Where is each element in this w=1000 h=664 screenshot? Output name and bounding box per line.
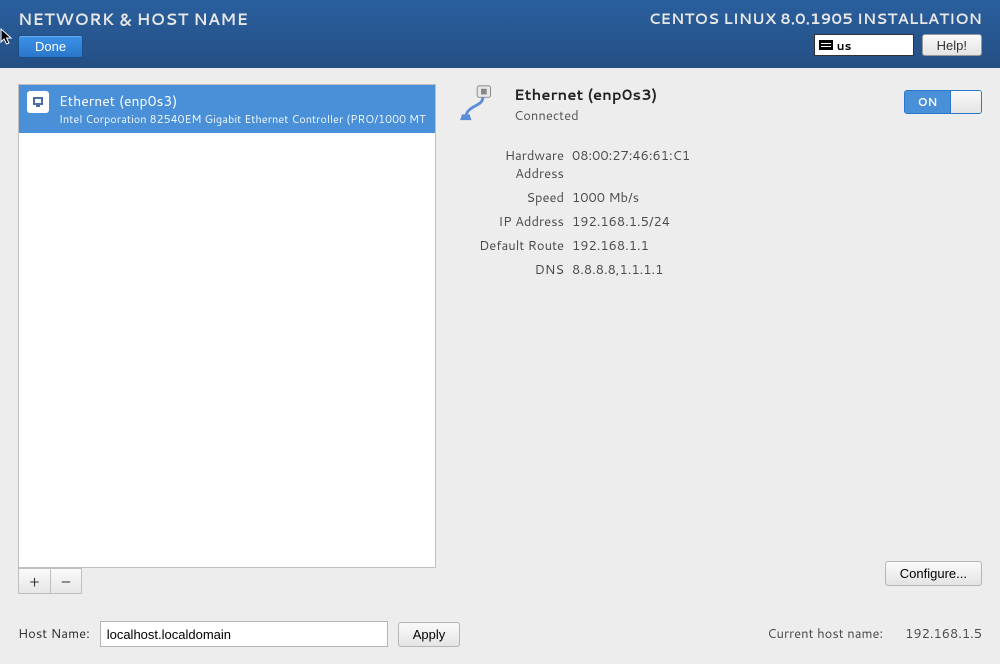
- page-title: NETWORK & HOST NAME: [18, 8, 248, 31]
- ip-address-value: 192.168.1.5/24: [572, 213, 982, 231]
- keyboard-layout-text: us: [837, 37, 852, 54]
- dns-label: DNS: [460, 261, 564, 279]
- keyboard-icon: [819, 40, 833, 50]
- default-route-label: Default Route: [460, 237, 564, 255]
- ethernet-device-icon: [460, 84, 502, 122]
- installer-title: CENTOS LINUX 8.0.1905 INSTALLATION: [649, 8, 982, 29]
- hostname-label: Host Name:: [18, 625, 90, 643]
- hw-address-value: 08:00:27:46:61:C1: [572, 147, 982, 183]
- connection-toggle[interactable]: ON: [904, 90, 982, 114]
- toggle-knob: [951, 91, 981, 113]
- device-status: Connected: [514, 107, 657, 125]
- keyboard-layout-indicator[interactable]: us: [814, 34, 914, 56]
- help-button[interactable]: Help!: [922, 34, 982, 56]
- ip-address-label: IP Address: [460, 213, 564, 231]
- header-bar: NETWORK & HOST NAME Done CENTOS LINUX 8.…: [0, 0, 1000, 68]
- interface-item[interactable]: Ethernet (enp0s3) Intel Corporation 8254…: [19, 85, 435, 133]
- done-button[interactable]: Done: [18, 35, 83, 58]
- interface-description: Intel Corporation 82540EM Gigabit Ethern…: [59, 111, 427, 127]
- current-hostname-label: Current host name:: [767, 625, 883, 643]
- cursor-pointer-icon: [0, 28, 14, 46]
- default-route-value: 192.168.1.1: [572, 237, 982, 255]
- toggle-on-label: ON: [905, 91, 951, 113]
- remove-interface-button[interactable]: –: [50, 568, 82, 594]
- speed-value: 1000 Mb/s: [572, 189, 982, 207]
- configure-button[interactable]: Configure...: [885, 561, 982, 586]
- hostname-input[interactable]: [100, 621, 388, 647]
- device-title: Ethernet (enp0s3): [514, 84, 657, 105]
- ethernet-icon: [27, 91, 49, 113]
- interface-list[interactable]: Ethernet (enp0s3) Intel Corporation 8254…: [18, 84, 436, 568]
- current-hostname-value: 192.168.1.5: [905, 625, 982, 643]
- interface-name: Ethernet (enp0s3): [59, 91, 427, 111]
- hw-address-label: Hardware Address: [460, 147, 564, 183]
- speed-label: Speed: [460, 189, 564, 207]
- apply-button[interactable]: Apply: [398, 622, 461, 647]
- add-interface-button[interactable]: +: [18, 568, 50, 594]
- dns-value: 8.8.8.8,1.1.1.1: [572, 261, 982, 279]
